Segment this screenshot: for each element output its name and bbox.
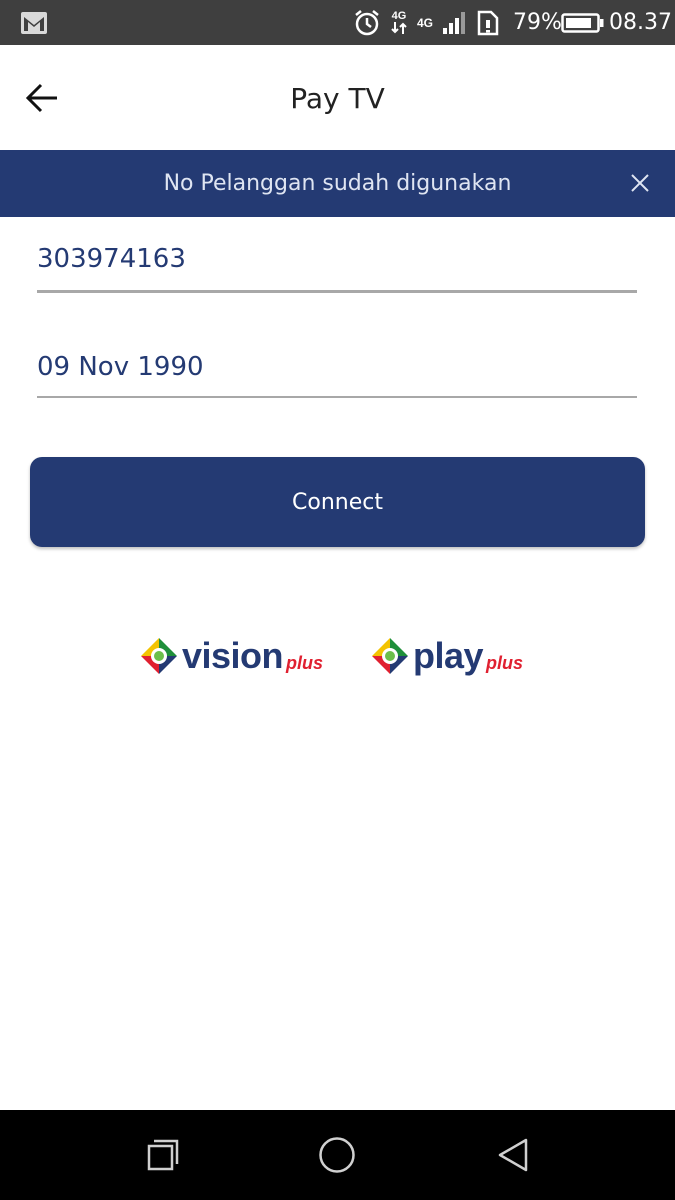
nav-back-button[interactable]: [488, 1130, 538, 1180]
signal-icon: [442, 0, 468, 45]
app-bar: Pay TV: [0, 45, 675, 150]
navigation-bar: [0, 1110, 675, 1200]
battery-icon: [561, 0, 605, 45]
play-plus-logo: play plus: [370, 630, 523, 682]
banner-message: No Pelanggan sudah digunakan: [163, 171, 512, 196]
error-banner: No Pelanggan sudah digunakan: [0, 150, 675, 217]
vision-logo-suffix: plus: [286, 652, 324, 673]
alarm-icon: [353, 0, 381, 45]
close-icon: [631, 174, 649, 192]
vision-plus-logo: vision plus: [139, 630, 323, 682]
vision-logo-word: vision: [182, 635, 284, 676]
vision-plus-emblem-icon: [141, 638, 177, 674]
recents-icon: [147, 1139, 179, 1171]
play-logo-suffix: plus: [486, 652, 524, 673]
banner-close-button[interactable]: [618, 161, 662, 205]
birth-date-input[interactable]: [37, 352, 637, 382]
partner-logos: vision plus play plus: [0, 630, 675, 682]
birth-date-field: [37, 352, 637, 398]
home-icon: [319, 1137, 355, 1173]
network-label: 4G: [417, 15, 434, 30]
customer-number-field: [37, 244, 637, 293]
clock: 08.37: [609, 10, 672, 35]
page-title: Pay TV: [290, 82, 385, 115]
status-bar: 4G 4G 79% 08.37: [0, 0, 675, 45]
lte-4g-icon: 4G: [417, 0, 433, 45]
customer-number-input[interactable]: [37, 244, 637, 274]
recents-button[interactable]: [138, 1130, 188, 1180]
gmail-icon: [20, 0, 48, 45]
battery-percent: 79%: [513, 10, 562, 35]
play-plus-emblem-icon: [372, 638, 408, 674]
sim-icon: [476, 0, 500, 45]
home-button[interactable]: [312, 1130, 362, 1180]
play-logo-word: play: [413, 635, 484, 676]
back-icon: [498, 1138, 528, 1172]
network-label: 4G: [391, 10, 407, 22]
data-4g-icon: 4G: [390, 0, 408, 45]
connect-button[interactable]: Connect: [30, 457, 645, 547]
